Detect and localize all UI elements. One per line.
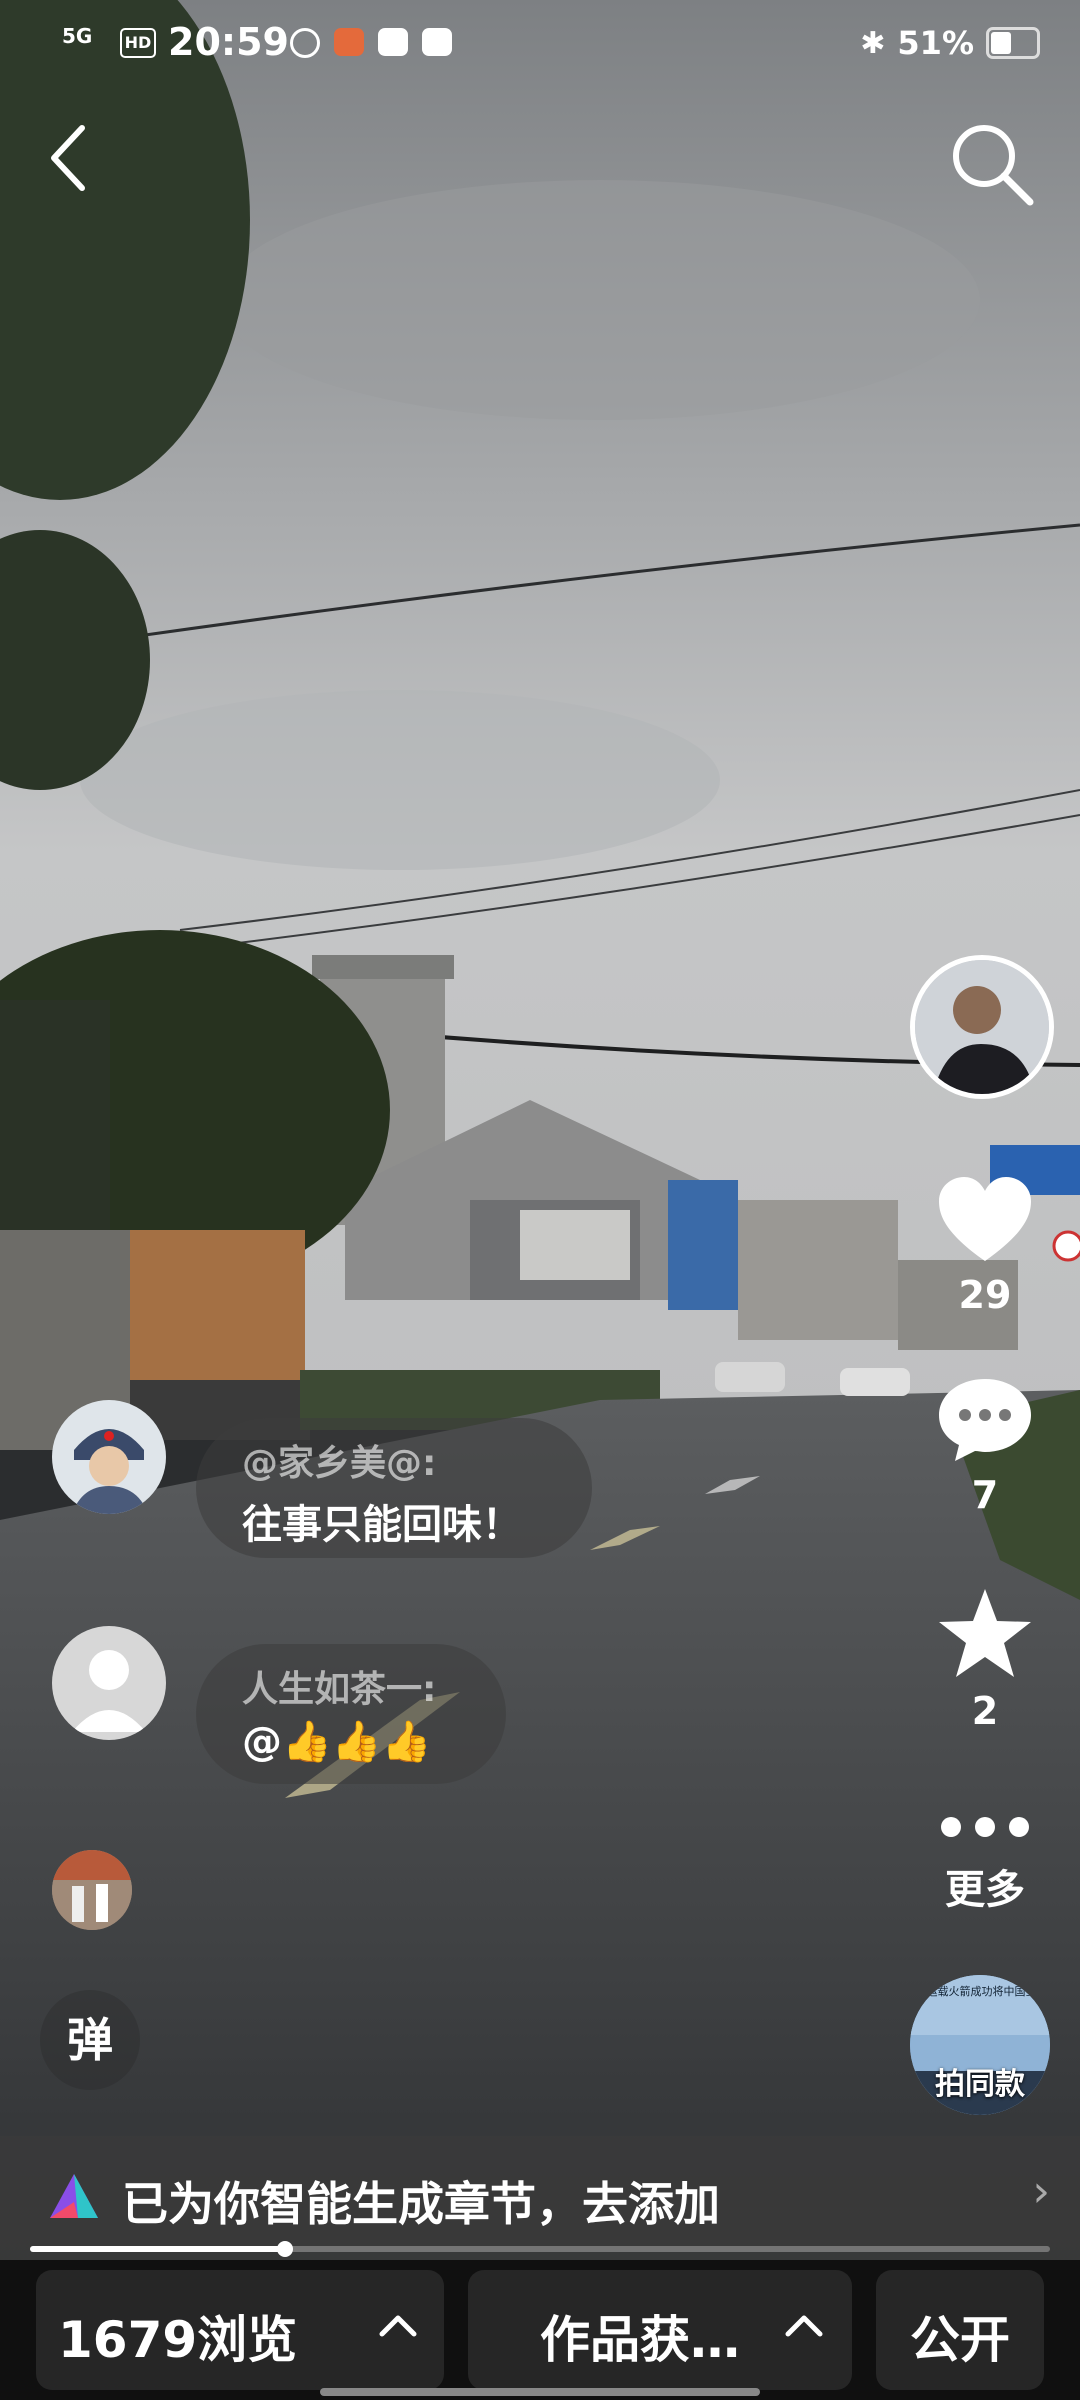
favorite-button[interactable]: 2 <box>910 1585 1060 1733</box>
viewer-photo-icon <box>52 1850 132 1930</box>
star-icon <box>939 1589 1031 1677</box>
bluetooth-icon: ✱ <box>860 25 886 61</box>
game-notification-icon <box>334 28 364 56</box>
danmaku-bubble: 人生如茶一: @👍👍👍 <box>196 1644 507 1784</box>
chevron-up-icon <box>785 2315 823 2337</box>
mail-icon-2 <box>422 28 452 56</box>
like-count: 29 <box>958 1273 1012 1317</box>
chevron-left-icon <box>51 125 85 191</box>
status-right: ✱ 51% <box>860 24 1040 62</box>
views-button[interactable]: 1679浏览 <box>36 2270 444 2390</box>
danmaku-text: 往事只能回味！ <box>242 1502 522 1548</box>
chapter-banner-text: 已为你智能生成章节，去添加 <box>122 2177 720 2231</box>
person-photo-icon <box>915 960 1049 1094</box>
portrait-avatar-icon <box>52 1400 166 1514</box>
home-indicator[interactable] <box>320 2388 760 2396</box>
works-label: 作品获… <box>540 2311 740 2369</box>
street-scene-image <box>0 0 1080 2260</box>
comment-count: 7 <box>971 1473 999 1517</box>
author-avatar[interactable] <box>910 955 1054 1099</box>
chevron-right-icon: › <box>1032 2166 1050 2217</box>
comment-icon <box>939 1379 1031 1461</box>
search-icon <box>953 125 1034 206</box>
same-style-label: 拍同款 <box>935 2067 1025 2102</box>
favorite-count: 2 <box>971 1689 999 1733</box>
visibility-label: 公开 <box>910 2311 1010 2369</box>
default-user-icon <box>52 1626 166 1740</box>
hd-badge: HD <box>120 28 156 58</box>
network-indicator: 5G <box>62 24 93 48</box>
danmaku-username: @家乡美@: <box>242 1443 437 1484</box>
ai-chapter-icon <box>50 2174 98 2218</box>
danmaku-avatar <box>52 1626 166 1740</box>
viewer-avatar[interactable] <box>52 1850 132 1930</box>
back-button[interactable] <box>40 118 100 198</box>
comment-button[interactable]: 7 <box>910 1375 1060 1517</box>
progress-knob[interactable] <box>277 2241 293 2257</box>
battery-icon <box>986 27 1040 59</box>
chapter-banner[interactable]: 已为你智能生成章节，去添加 › <box>0 2136 1080 2260</box>
same-style-button[interactable]: 3、2、1点火！号B遥二运载火箭成功将中国空间站天和号核心舱 成功 拍同款 <box>910 1975 1050 2115</box>
danmaku-text: @👍👍👍 <box>242 1719 432 1765</box>
app-notification-icon <box>290 28 320 58</box>
more-button[interactable]: 更多 <box>910 1815 1060 1915</box>
battery-percent: 51% <box>897 24 974 62</box>
notification-icons <box>290 28 452 58</box>
views-label: 1679浏览 <box>58 2311 298 2369</box>
bottom-bar: 1679浏览 作品获… 公开 <box>0 2260 1080 2400</box>
clock: 20:59 <box>168 20 289 64</box>
danmaku-toggle-button[interactable]: 弹 <box>40 1990 140 2090</box>
more-dots-icon <box>910 1815 1060 1839</box>
more-label: 更多 <box>945 1867 1025 1913</box>
chevron-up-icon <box>379 2315 417 2337</box>
like-button[interactable]: 29 <box>910 1175 1060 1317</box>
playback-progress[interactable] <box>30 2241 1050 2257</box>
danmaku-avatar <box>52 1400 166 1514</box>
heart-icon <box>939 1177 1031 1261</box>
progress-fill <box>30 2246 285 2252</box>
works-button[interactable]: 作品获… <box>468 2270 852 2390</box>
danmaku-username: 人生如茶一: <box>242 1669 437 1710</box>
status-bar: 5G HD 20:59 ✱ 51% <box>0 0 1080 90</box>
video-frame[interactable] <box>0 0 1080 2260</box>
search-button[interactable] <box>946 118 1036 208</box>
visibility-button[interactable]: 公开 <box>876 2270 1044 2390</box>
danmaku-bubble: @家乡美@: 往事只能回味！ <box>196 1418 592 1558</box>
mail-icon <box>378 28 408 56</box>
